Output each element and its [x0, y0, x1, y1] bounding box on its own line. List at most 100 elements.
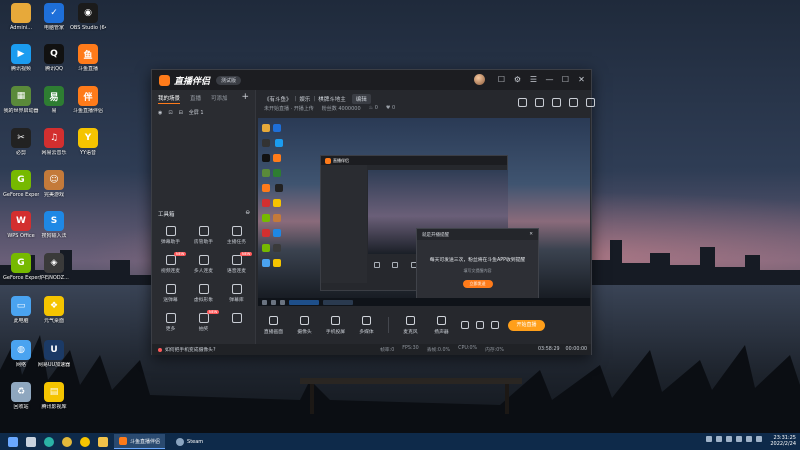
app-icon — [11, 3, 31, 23]
desktop-icon[interactable]: 伴斗鱼直播伴侣 — [70, 86, 106, 114]
category-name[interactable]: 《有斗鱼》 — [264, 95, 292, 103]
camera-button[interactable]: 摄像头 — [289, 315, 320, 335]
box-icon[interactable] — [552, 98, 561, 107]
message-icon[interactable]: ☐ — [496, 74, 507, 85]
network-icon[interactable] — [736, 436, 742, 442]
new-badge: NEW — [240, 252, 253, 256]
qq-music-icon[interactable] — [80, 436, 90, 447]
phone-cast-button[interactable]: 手机投屏 — [320, 315, 351, 335]
start-icon[interactable] — [8, 436, 18, 447]
tray-icon-2[interactable] — [716, 436, 722, 442]
chrome-icon[interactable] — [62, 436, 72, 447]
desktop-icon[interactable]: ♻ 回收站 — [3, 382, 39, 410]
multimedia-button[interactable]: 多媒体 — [351, 315, 382, 335]
taskbar-app-douyu[interactable]: 斗鱼直播伴侣 — [114, 434, 166, 449]
record-icon[interactable] — [461, 321, 469, 329]
desktop-icon[interactable]: ▤ 腾讯影视库 — [36, 382, 72, 410]
tools-header: 工具箱 ⊖ — [158, 210, 250, 218]
edit-button[interactable]: 编辑 — [351, 94, 371, 104]
desktop-icon[interactable]: ◍ 网络 — [3, 340, 39, 368]
tool-item[interactable]: 送弹幕 — [154, 284, 187, 303]
tool-item[interactable]: 多人连麦 — [187, 255, 220, 274]
desktop-icon[interactable]: 鱼斗鱼直播 — [70, 44, 106, 72]
speaker-button[interactable]: 扬声器 — [426, 315, 457, 335]
shop-icon[interactable] — [535, 98, 544, 107]
desktop-icon[interactable]: S 搜狗输入法 — [36, 211, 72, 239]
desktop-icon[interactable]: ♫ 网易云音乐 — [36, 128, 72, 156]
desktop-icon[interactable]: Admini... — [3, 3, 39, 31]
desktop-icon[interactable]: Q 腾讯QQ — [36, 44, 72, 72]
desktop-icon[interactable]: ▭ 此电脑 — [3, 296, 39, 324]
eye-icon[interactable] — [476, 321, 484, 329]
desktop-icon[interactable]: ◉ OBS Studio (64bit) — [70, 3, 106, 31]
layer-icon[interactable]: ⊟ — [179, 110, 183, 116]
tool-item[interactable]: 弹幕助手 — [154, 226, 187, 245]
ime-icon[interactable] — [756, 436, 762, 442]
desktop-icon[interactable]: ☺ 完美游戏 — [36, 170, 72, 198]
add-scene-button[interactable]: + — [241, 92, 249, 102]
app-icon: G — [11, 253, 31, 273]
tool-item[interactable]: 抽奖 NEW — [187, 310, 220, 332]
tool-icon — [231, 255, 242, 265]
task-view-icon[interactable] — [26, 436, 36, 447]
settings-icon[interactable]: ⚙ — [512, 74, 523, 85]
settings-gear-icon[interactable] — [491, 321, 499, 329]
subcategory-2[interactable]: 棋牌斗地主 — [318, 95, 346, 103]
explorer-icon[interactable] — [98, 436, 108, 447]
dialog-close-icon[interactable]: ✕ — [529, 232, 533, 237]
menu-icon[interactable]: ☰ — [528, 74, 539, 85]
desktop-icon[interactable]: Y YY语音 — [70, 128, 106, 156]
send-now-button[interactable]: 立即发送 — [462, 280, 493, 288]
app-logo: 直播伴侣 测试版 — [159, 74, 242, 87]
desktop-icon[interactable]: ❖ 元气桌面 — [36, 296, 72, 324]
microphone-button[interactable]: 麦克风 — [395, 315, 426, 335]
start-live-button[interactable]: 开始直播 — [508, 319, 545, 331]
desktop-icon[interactable]: ▶ 腾讯视频 — [3, 44, 39, 72]
gift-icon[interactable] — [518, 98, 527, 107]
tab-addable[interactable]: 可添加 — [211, 94, 228, 104]
phone-camera-tip[interactable]: 如何把手机变成摄像头? — [158, 346, 216, 353]
tray-icon-3[interactable] — [726, 436, 732, 442]
taskbar-clock[interactable]: 23:31:25 2022/2/24 — [770, 435, 796, 447]
tool-item[interactable]: 语音连麦 NEW — [220, 252, 253, 274]
maximize-button[interactable]: ☐ — [560, 74, 571, 85]
tab-my-scenes[interactable]: 我的场景 — [158, 94, 181, 104]
edge-icon[interactable] — [44, 436, 54, 447]
tool-item[interactable]: 弹幕库 — [220, 284, 253, 303]
desktop-icon[interactable]: W WPS Office — [3, 211, 39, 239]
new-badge: NEW — [174, 252, 187, 256]
visibility-icon[interactable]: ◉ — [158, 110, 162, 116]
desktop-icon[interactable]: ◈ 炉石NODZ... — [36, 253, 72, 281]
share-icon[interactable] — [586, 98, 595, 107]
desktop-icon[interactable]: ✂ 必剪 — [3, 128, 39, 156]
desktop-icon[interactable]: ✓ 电脑管家 — [36, 3, 72, 31]
bell-icon[interactable] — [569, 98, 578, 107]
desktop-icon[interactable]: ▦ 我的世界启动器 — [3, 86, 39, 114]
close-button[interactable]: ✕ — [576, 74, 587, 85]
tool-item[interactable]: 主播任务 — [220, 226, 253, 245]
tool-item[interactable]: 虚拟形象 — [187, 284, 220, 303]
capture-screen-button[interactable]: 直播画面 — [258, 315, 289, 335]
tab-live[interactable]: 直播 — [190, 94, 201, 104]
tool-item[interactable]: 房管助手 — [187, 226, 220, 245]
tray-icon-1[interactable] — [706, 436, 712, 442]
avatar[interactable] — [474, 74, 485, 85]
stream-preview[interactable]: 直播伴侣 就是开播提醒 ✕ 每天可发送三次，粉丝将在斗鱼APP收到提醒 填写文提… — [258, 118, 590, 306]
tool-item[interactable]: 视频连麦 NEW — [154, 252, 187, 274]
desktop-icon[interactable]: U 网易UU加速器 — [36, 340, 72, 368]
desktop-icon[interactable]: G GeForce Experience — [3, 253, 39, 281]
app-icon: ▭ — [11, 296, 31, 316]
tool-item[interactable] — [220, 313, 253, 332]
minimize-button[interactable]: — — [544, 74, 555, 85]
tool-item[interactable]: 更多 — [154, 313, 187, 332]
scene-row[interactable]: ◉ ⊡ ⊟ 全屏 1 — [152, 104, 255, 121]
subcategory-1[interactable]: 娱乐 — [299, 95, 310, 103]
volume-icon[interactable] — [746, 436, 752, 442]
version-badge[interactable]: 测试版 — [216, 75, 242, 85]
title-bar[interactable]: 直播伴侣 测试版 ☐ ⚙ ☰ — ☐ ✕ — [152, 70, 591, 90]
lock-icon[interactable]: ⊡ — [168, 110, 172, 116]
tools-toggle-icon[interactable]: ⊖ — [245, 210, 250, 218]
desktop-icon[interactable]: G GeForce Experience — [3, 170, 39, 198]
desktop-icon[interactable]: 易易 — [36, 86, 72, 114]
taskbar-app-steam[interactable]: Steam — [171, 434, 208, 449]
